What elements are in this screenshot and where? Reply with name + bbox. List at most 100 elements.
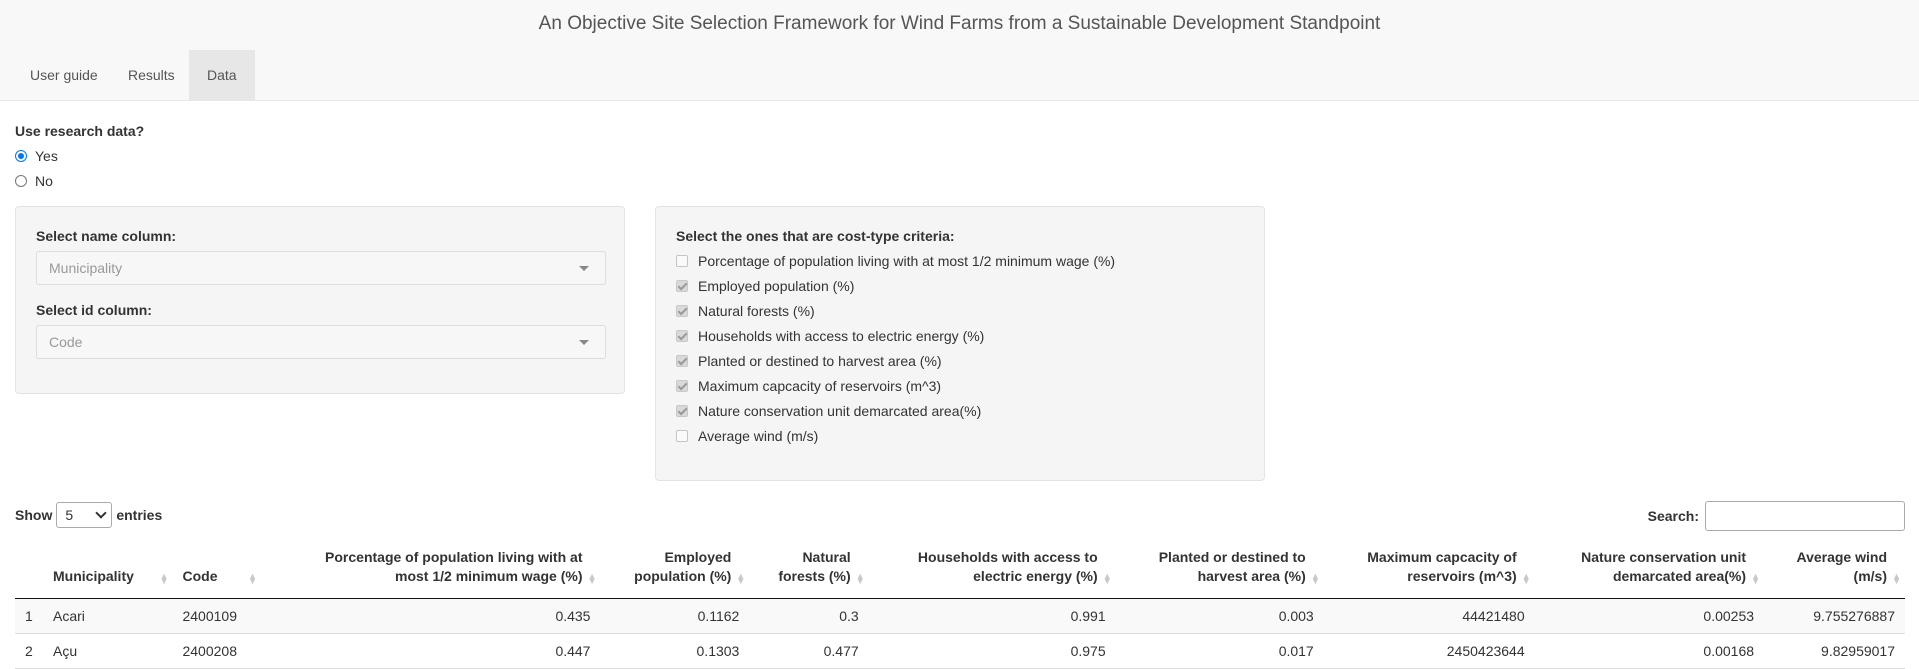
cell-code: 2400109 [172,598,262,634]
search-label: Search: [1647,508,1699,524]
chevron-down-icon [95,507,108,519]
criteria-label: Porcentage of population living with at … [698,253,1116,269]
cell-code: 2400208 [172,633,262,669]
table-row[interactable]: 2 Açu 2400208 0.447 0.1303 0.477 0.975 0… [15,633,1905,669]
data-table: Municipality ▲ ▼ Code ▲ ▼ Porcentage of popu… [15,540,1905,669]
cell-wind: 9.82959017 [1764,633,1905,669]
criteria-item-wind[interactable]: Average wind (m/s) [676,428,818,444]
criteria-item-forests[interactable]: Natural forests (%) [676,303,815,319]
criteria-item-reservoirs[interactable]: Maximum capcacity of reservoirs (m^3) [676,378,941,394]
sort-icon: ▲ ▼ [1751,571,1761,586]
name-column-select[interactable]: Municipality [36,251,606,285]
id-column-label: Select id column: [36,302,152,318]
sort-icon: ▲ ▼ [855,571,865,586]
radio-no[interactable]: No [15,173,53,189]
header-conservation[interactable]: Nature conservation unit demarcated area(… [1534,540,1765,599]
criteria-label: Planted or destined to harvest area (%) [698,353,942,369]
cell-poverty: 0.435 [261,598,601,634]
radio-no-label: No [35,173,53,189]
criteria-label: Maximum capcacity of reservoirs (m^3) [698,378,942,394]
checkbox-conservation[interactable] [676,405,688,417]
checkbox-wind[interactable] [676,430,688,442]
id-column-select[interactable]: Code [36,325,606,359]
criteria-item-electric[interactable]: Households with access to electric energ… [676,328,984,344]
criteria-label: Nature conservation unit demarcated area… [698,403,982,419]
header-reservoirs[interactable]: Maximum capcacity of reservoirs (m^3) ▲ ▼ [1323,540,1535,599]
header-municipality[interactable]: Municipality ▲ ▼ [43,540,173,599]
cell-wind: 9.755276887 [1764,598,1905,634]
header-poverty[interactable]: Porcentage of population living with at m… [261,540,601,599]
sort-icon: ▲ ▼ [587,571,597,586]
radio-no-indicator[interactable] [15,175,27,187]
header-planted[interactable]: Planted or destined to harvest area (%) ▲ ▼ [1115,540,1324,599]
cell-conservation: 0.00168 [1534,633,1765,669]
column-select-panel: Select name column: Municipality Select … [15,206,625,394]
checkbox-employed[interactable] [676,280,688,292]
criteria-panel: Select the ones that are cost-type crite… [655,206,1265,481]
show-entries-control: Show 5 entries [15,502,162,528]
checkbox-reservoirs[interactable] [676,380,688,392]
cell-electric: 0.991 [868,598,1116,634]
cell-employed: 0.1303 [600,633,750,669]
criteria-item-planted[interactable]: Planted or destined to harvest area (%) [676,353,942,369]
criteria-label: Natural forests (%) [698,303,815,319]
criteria-item-poverty[interactable]: Porcentage of population living with at … [676,253,1115,269]
sort-icon: ▲ ▼ [1892,571,1901,586]
app-header: An Objective Site Selection Framework fo… [0,0,1919,101]
radio-yes-indicator[interactable] [15,150,27,162]
header-wind[interactable]: Average wind (m/s) ▲ ▼ [1764,540,1905,599]
table-header-row: Municipality ▲ ▼ Code ▲ ▼ Porcentage of popu… [15,540,1905,599]
cell-municipality: Acari [43,598,173,634]
cell-index: 2 [15,633,43,669]
header-forests[interactable]: Natural forests (%) ▲ ▼ [749,540,869,599]
checkbox-electric[interactable] [676,330,688,342]
cell-forests: 0.477 [749,633,869,669]
table-search: Search: [1648,501,1905,531]
criteria-item-conservation[interactable]: Nature conservation unit demarcated area… [676,403,981,419]
header-employed[interactable]: Employed population (%) ▲ ▼ [600,540,750,599]
sort-icon: ▲ ▼ [248,571,258,586]
sort-icon: ▲ ▼ [736,571,746,586]
cell-poverty: 0.447 [261,633,601,669]
criteria-label: Households with access to electric energ… [698,328,985,344]
name-column-value: Municipality [49,260,123,276]
cell-forests: 0.3 [749,598,869,634]
entries-label: entries [116,507,163,523]
id-column-value: Code [49,334,83,350]
show-label: Show [15,507,53,523]
tab-user-guide[interactable]: User guide [12,50,116,100]
cell-conservation: 0.00253 [1534,598,1765,634]
sort-icon: ▲ ▼ [1521,571,1531,586]
criteria-title: Select the ones that are cost-type crite… [676,228,955,244]
table-row[interactable]: 1 Acari 2400109 0.435 0.1162 0.3 0.991 0… [15,598,1905,634]
header-code[interactable]: Code ▲ ▼ [172,540,262,599]
name-column-label: Select name column: [36,228,177,244]
criteria-label: Employed population (%) [698,278,855,294]
radio-yes-label: Yes [35,148,58,164]
sort-icon: ▲ ▼ [1102,571,1112,586]
criteria-label: Average wind (m/s) [698,428,819,444]
cell-municipality: Açu [43,633,173,669]
app-title: An Objective Site Selection Framework fo… [538,13,1381,34]
radio-yes[interactable]: Yes [15,148,58,164]
cell-index: 1 [15,598,43,634]
tab-data[interactable]: Data [189,50,255,100]
caret-down-icon [579,266,589,271]
cell-reservoirs: 44421480 [1323,598,1535,634]
header-electric[interactable]: Households with access to electric energy… [868,540,1116,599]
research-question-label: Use research data? [15,123,145,139]
cell-employed: 0.1162 [600,598,750,634]
sort-icon: ▲ ▼ [1310,571,1320,586]
cell-planted: 0.003 [1115,598,1324,634]
tab-results[interactable]: Results [110,50,193,100]
entries-length-value: 5 [65,507,74,523]
cell-planted: 0.017 [1115,633,1324,669]
entries-length-select[interactable]: 5 [56,502,113,528]
cell-electric: 0.975 [868,633,1116,669]
checkbox-planted[interactable] [676,355,688,367]
caret-down-icon [579,340,589,345]
search-input[interactable] [1705,501,1905,531]
checkbox-forests[interactable] [676,305,688,317]
criteria-item-employed[interactable]: Employed population (%) [676,278,854,294]
checkbox-poverty[interactable] [676,255,688,267]
